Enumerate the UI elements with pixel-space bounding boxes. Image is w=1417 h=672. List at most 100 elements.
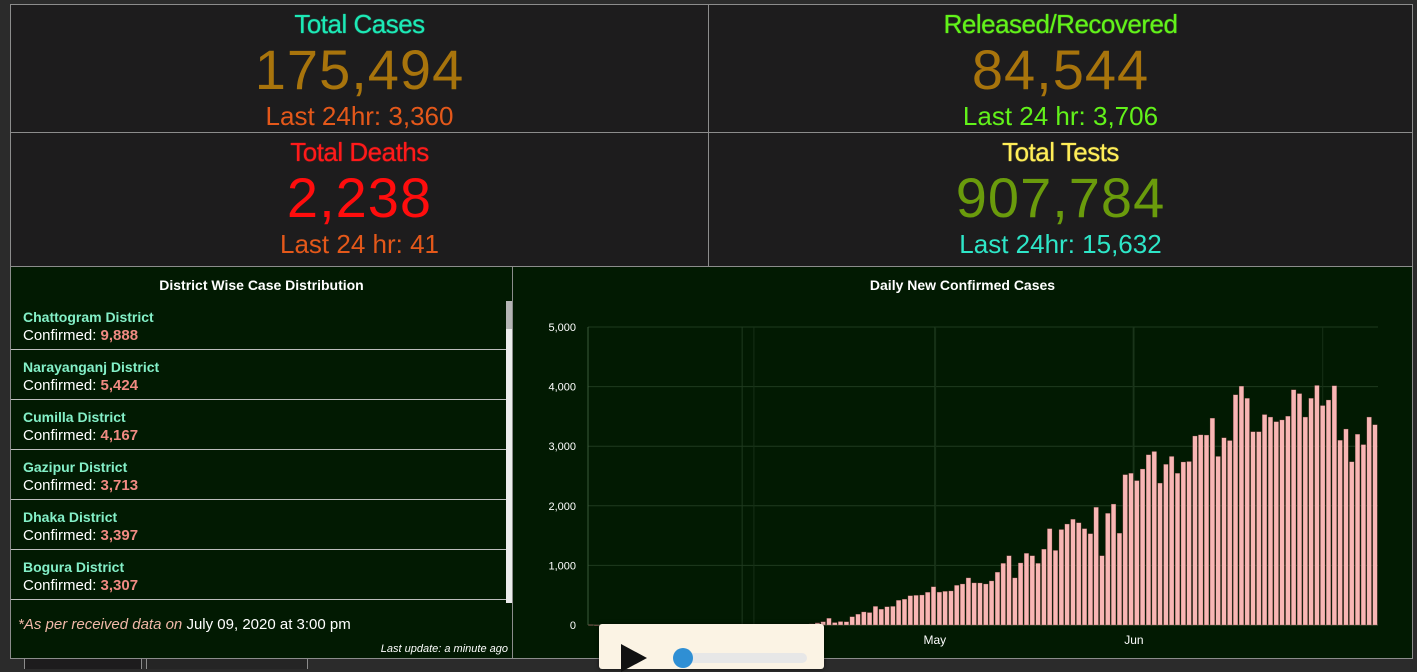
bar <box>878 608 884 626</box>
bar <box>1018 562 1024 626</box>
district-panel: District Wise Case Distribution Chattogr… <box>10 266 513 659</box>
district-item[interactable]: Dhaka District Confirmed: 3,397 <box>11 501 508 550</box>
bar <box>1291 389 1297 626</box>
bar <box>1366 416 1372 626</box>
district-name: Cumilla District <box>23 409 126 425</box>
bar <box>931 586 936 626</box>
district-name: Gazipur District <box>23 459 128 475</box>
district-confirmed: Confirmed: 9,888 <box>23 327 508 344</box>
data-received-note: *As per received data on July 09, 2020 a… <box>18 616 351 633</box>
bar <box>1099 555 1105 626</box>
bar <box>994 571 1000 626</box>
bar <box>902 598 907 626</box>
bottom-tab-1[interactable] <box>24 658 142 669</box>
time-slider-handle[interactable] <box>673 648 693 668</box>
confirmed-label: Confirmed: <box>23 527 101 544</box>
x-tick-label: May <box>923 633 946 647</box>
district-item[interactable]: Cumilla District Confirmed: 4,167 <box>11 401 508 450</box>
daily-cases-panel: Daily New Confirmed Cases 0 1,000 2,000 3,0… <box>512 266 1413 659</box>
bar <box>588 624 594 626</box>
bar <box>1256 431 1262 626</box>
district-item[interactable]: Bogura District Confirmed: 3,307 <box>11 551 508 600</box>
bar <box>1273 421 1279 626</box>
bar <box>1105 513 1111 626</box>
bar <box>1227 440 1233 626</box>
bar <box>826 618 832 626</box>
bar <box>1041 548 1047 626</box>
bar <box>1122 474 1128 626</box>
bar <box>872 606 878 626</box>
bar <box>1140 468 1146 626</box>
total-tests-last-24hr: Last 24hr: 15,632 <box>959 229 1162 259</box>
bar <box>1372 424 1378 626</box>
bar <box>948 590 954 626</box>
bar <box>1053 550 1058 626</box>
bar <box>1175 473 1180 626</box>
bar <box>855 614 861 626</box>
total-tests-title: Total Tests <box>1002 137 1119 167</box>
bar <box>1262 414 1268 626</box>
bar <box>965 577 971 626</box>
bar <box>1355 434 1361 626</box>
bar <box>1111 503 1117 626</box>
bar <box>1058 529 1064 626</box>
total-deaths-last-24hr: Last 24 hr: 41 <box>280 229 439 259</box>
bar <box>1024 553 1029 626</box>
bar <box>1198 434 1204 626</box>
bar <box>1314 385 1320 626</box>
confirmed-value: 4,167 <box>100 427 139 444</box>
bar <box>1285 416 1291 626</box>
bar <box>1244 398 1250 626</box>
bar <box>1209 417 1215 626</box>
bar <box>890 606 896 626</box>
bar <box>1012 577 1018 626</box>
recovered-title: Released/Recovered <box>943 9 1178 39</box>
confirmed-label: Confirmed: <box>23 427 101 444</box>
bar <box>1180 461 1186 626</box>
bar <box>983 583 989 626</box>
recovered-last-24hr: Last 24 hr: 3,706 <box>962 101 1159 131</box>
bar <box>942 591 948 626</box>
bar <box>1337 440 1343 626</box>
district-item[interactable]: Gazipur District Confirmed: 3,713 <box>11 451 508 500</box>
district-panel-title: District Wise Case Distribution <box>159 277 364 293</box>
y-tick-label: 4,000 <box>548 382 576 394</box>
time-slider-track[interactable] <box>679 653 807 663</box>
bar <box>832 622 838 626</box>
bar <box>1145 454 1151 626</box>
bar <box>1186 461 1192 626</box>
bar <box>1326 399 1331 626</box>
bar <box>1250 431 1256 626</box>
bar <box>896 600 902 626</box>
x-tick-label: Jun <box>1124 633 1143 647</box>
play-icon[interactable] <box>621 644 647 672</box>
confirmed-label: Confirmed: <box>23 327 101 344</box>
district-item[interactable]: Narayanganj District Confirmed: 5,424 <box>11 351 508 400</box>
confirmed-label: Confirmed: <box>23 577 101 594</box>
total-deaths-title: Total Deaths <box>290 137 429 167</box>
y-tick-label: 0 <box>570 620 576 632</box>
bottom-tab-2[interactable] <box>146 658 308 669</box>
bar <box>1163 464 1169 626</box>
confirmed-value: 3,307 <box>100 577 139 594</box>
district-item[interactable]: Chattogram District Confirmed: 9,888 <box>11 301 508 350</box>
district-name: Dhaka District <box>23 509 118 525</box>
bar <box>1279 419 1285 626</box>
bar <box>1070 519 1076 626</box>
district-confirmed: Confirmed: 5,424 <box>23 377 508 394</box>
bar <box>925 592 931 626</box>
bar <box>1029 555 1035 626</box>
bar <box>954 585 960 626</box>
confirmed-label: Confirmed: <box>23 377 101 394</box>
bar <box>1343 428 1349 626</box>
bar <box>867 612 873 626</box>
district-list[interactable]: Chattogram District Confirmed: 9,888 Naray… <box>11 301 508 603</box>
bar <box>1006 555 1012 626</box>
district-confirmed: Confirmed: 3,713 <box>23 477 508 494</box>
bar <box>838 621 844 626</box>
bar <box>843 621 849 626</box>
bar <box>1151 451 1157 626</box>
bar <box>1233 394 1239 626</box>
bar <box>1349 461 1355 626</box>
daily-cases-chart[interactable]: 01,0002,0003,0004,0005,000AprMayJun <box>513 289 1412 659</box>
